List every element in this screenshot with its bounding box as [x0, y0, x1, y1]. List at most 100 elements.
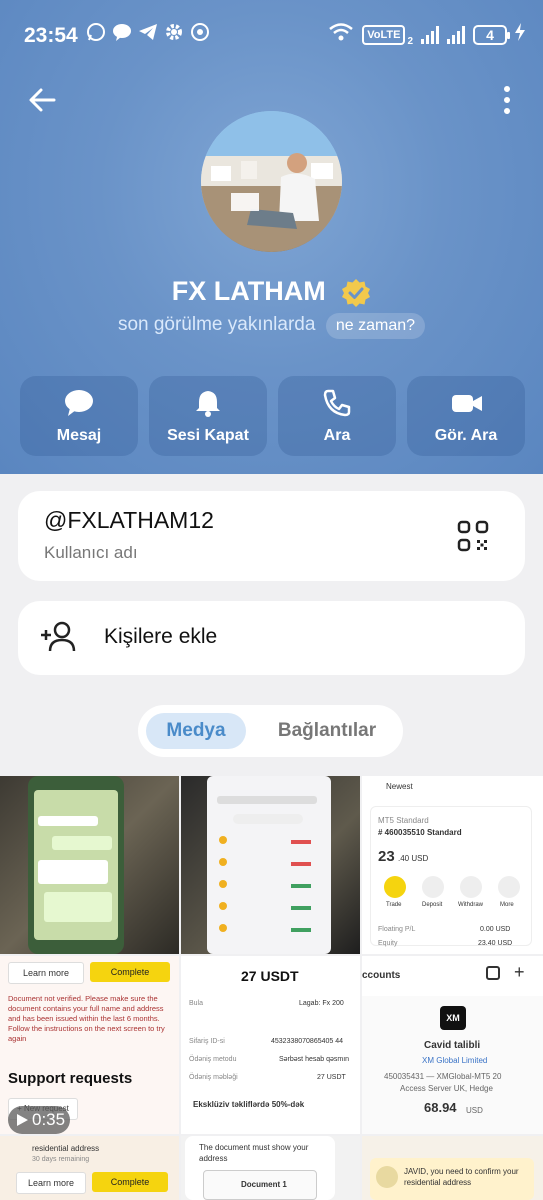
account-balance-decimal: .40 USD	[398, 854, 429, 863]
last-seen-status: son görülme yakınlarda	[117, 314, 316, 335]
video-call-label: Gör. Ara	[434, 427, 498, 444]
video-camera-icon	[451, 388, 482, 418]
wifi-icon	[328, 22, 354, 48]
back-arrow-icon[interactable]	[26, 84, 58, 116]
phone-icon	[322, 388, 352, 418]
deposit-button-circle	[422, 876, 444, 898]
more-vertical-icon[interactable]	[501, 84, 513, 116]
profile-name-row: FX LATHAM	[0, 276, 543, 308]
detail-label: Sifariş ID-si	[189, 1038, 225, 1045]
media-thumbnail[interactable]: 27 USDT Bula Lagab: Fx 200 Sifariş ID-si…	[181, 956, 360, 1134]
profile-avatar[interactable]	[201, 111, 342, 252]
media-thumbnail[interactable]: residential address 30 days remaining Le…	[0, 1136, 179, 1200]
detail-label: Ödəniş metodu	[189, 1056, 237, 1063]
account-balance: 23	[378, 848, 395, 865]
detail-value: Sərbəst hesab qəsmın	[279, 1056, 350, 1063]
trade-label: Trade	[386, 902, 402, 908]
settings-gear-icon	[164, 22, 184, 42]
username-card[interactable]: @FXLATHAM12 Kullanıcı adı	[18, 491, 525, 581]
account-type: MT5 Standard	[378, 816, 429, 825]
more-label: More	[500, 902, 514, 908]
transfer-amount: 27 USDT	[241, 968, 299, 984]
signal-icon	[421, 26, 439, 44]
mute-button[interactable]: Sesi Kapat	[149, 376, 267, 456]
system-status: VoLTE 2 4	[328, 22, 525, 48]
verification-notice: Document not verified. Please make sure …	[8, 994, 165, 1043]
media-thumbnail[interactable]: ccounts + XM Cavid talibli XM Global Lim…	[362, 956, 543, 1134]
verified-badge-icon	[341, 278, 371, 308]
address-title: residential address	[32, 1144, 100, 1153]
account-holder-name: Cavid talibli	[424, 1040, 481, 1051]
message-button[interactable]: Mesaj	[20, 376, 138, 456]
withdraw-button-circle	[460, 876, 482, 898]
detail-value: 27 USDT	[317, 1074, 346, 1081]
media-thumbnail[interactable]	[0, 776, 179, 954]
equity-label: Equity	[378, 940, 398, 947]
tab-media[interactable]: Medya	[146, 713, 246, 749]
withdraw-label: Withdraw	[458, 902, 484, 908]
document-instruction: The document must show your address	[199, 1143, 309, 1163]
account-balance: 68.94	[424, 1100, 457, 1115]
settings-icon	[486, 966, 500, 980]
more-button-circle	[498, 876, 520, 898]
video-call-button[interactable]: Gör. Ara	[407, 376, 525, 456]
equity-value: 23.40 USD	[478, 940, 513, 947]
status-time: 23:54	[24, 24, 78, 47]
media-thumbnail[interactable]: The document must show your address Docu…	[181, 1136, 360, 1200]
call-button[interactable]: Ara	[278, 376, 396, 456]
media-grid: Newest MT5 Standard # 460035510 Standard…	[0, 776, 543, 1200]
username-label: Kullanıcı adı	[44, 543, 138, 562]
balance-currency: USD	[466, 1106, 483, 1115]
battery-icon: 4	[473, 25, 510, 45]
days-remaining: 30 days remaining	[32, 1156, 90, 1163]
mute-label: Sesi Kapat	[167, 427, 249, 444]
account-number: 450035431 — XMGlobal-MT5 20	[384, 1072, 502, 1081]
telegram-icon	[138, 22, 158, 42]
accounts-header: ccounts	[362, 970, 401, 981]
add-contact-label: Kişilere ekle	[104, 625, 218, 648]
video-duration-badge: 0:35	[8, 1106, 70, 1134]
floating-label: Floating P/L	[378, 926, 416, 933]
floating-value: 0.00 USD	[480, 926, 511, 933]
phone-photo	[28, 776, 124, 954]
signal-icon-2	[447, 26, 465, 44]
account-number: # 460035510 Standard	[378, 828, 462, 837]
filter-label: Newest	[386, 782, 413, 791]
address-notice: JAVID, you need to confirm your resident…	[404, 1167, 519, 1187]
last-seen-row: son görülme yakınlarda ne zaman?	[0, 313, 543, 339]
sim-index: 2	[407, 35, 413, 47]
learn-more-button: Learn more	[8, 962, 84, 984]
detail-label: Ödəniş məbləği	[189, 1074, 238, 1081]
call-label: Ara	[323, 427, 351, 444]
profile-header: 23:54 VoLTE 2 4 FX LATHAM son görülme ya…	[0, 0, 543, 474]
action-buttons: Mesaj Sesi Kapat Ara Gör. Ara	[20, 376, 525, 456]
document-slot: Document 1	[241, 1180, 287, 1189]
add-person-icon	[40, 621, 76, 653]
status-bar: 23:54 VoLTE 2 4	[0, 0, 543, 70]
detail-value: Lagab: Fx 200	[299, 1000, 344, 1007]
media-thumbnail[interactable]	[181, 776, 360, 954]
xm-logo: XM	[440, 1006, 466, 1030]
message-icon	[112, 22, 132, 42]
add-contact-card[interactable]: Kişilere ekle	[18, 601, 525, 675]
deposit-label: Deposit	[422, 902, 443, 908]
message-label: Mesaj	[56, 427, 102, 444]
server-name: Access Server UK, Hedge	[400, 1084, 493, 1093]
phone-photo	[207, 776, 331, 954]
detail-value: 4532338070865405 44	[271, 1038, 344, 1045]
chrome-icon	[190, 22, 210, 42]
support-title: Support requests	[8, 1070, 133, 1087]
plus-icon: +	[514, 962, 525, 982]
trade-button-circle	[384, 876, 406, 898]
complete-button: Complete	[92, 1172, 168, 1192]
complete-button: Complete	[90, 962, 170, 982]
media-thumbnail[interactable]: JAVID, you need to confirm your resident…	[362, 1136, 543, 1200]
tab-links[interactable]: Bağlantılar	[262, 713, 392, 749]
qr-code-icon[interactable]	[457, 520, 489, 552]
when-chip[interactable]: ne zaman?	[325, 313, 426, 339]
profile-name: FX LATHAM	[171, 276, 326, 306]
media-thumbnail[interactable]: Newest MT5 Standard # 460035510 Standard…	[362, 776, 543, 954]
username[interactable]: @FXLATHAM12	[44, 507, 214, 534]
media-tabs: Medya Bağlantılar	[138, 705, 403, 757]
chat-bubble-icon	[64, 388, 94, 418]
